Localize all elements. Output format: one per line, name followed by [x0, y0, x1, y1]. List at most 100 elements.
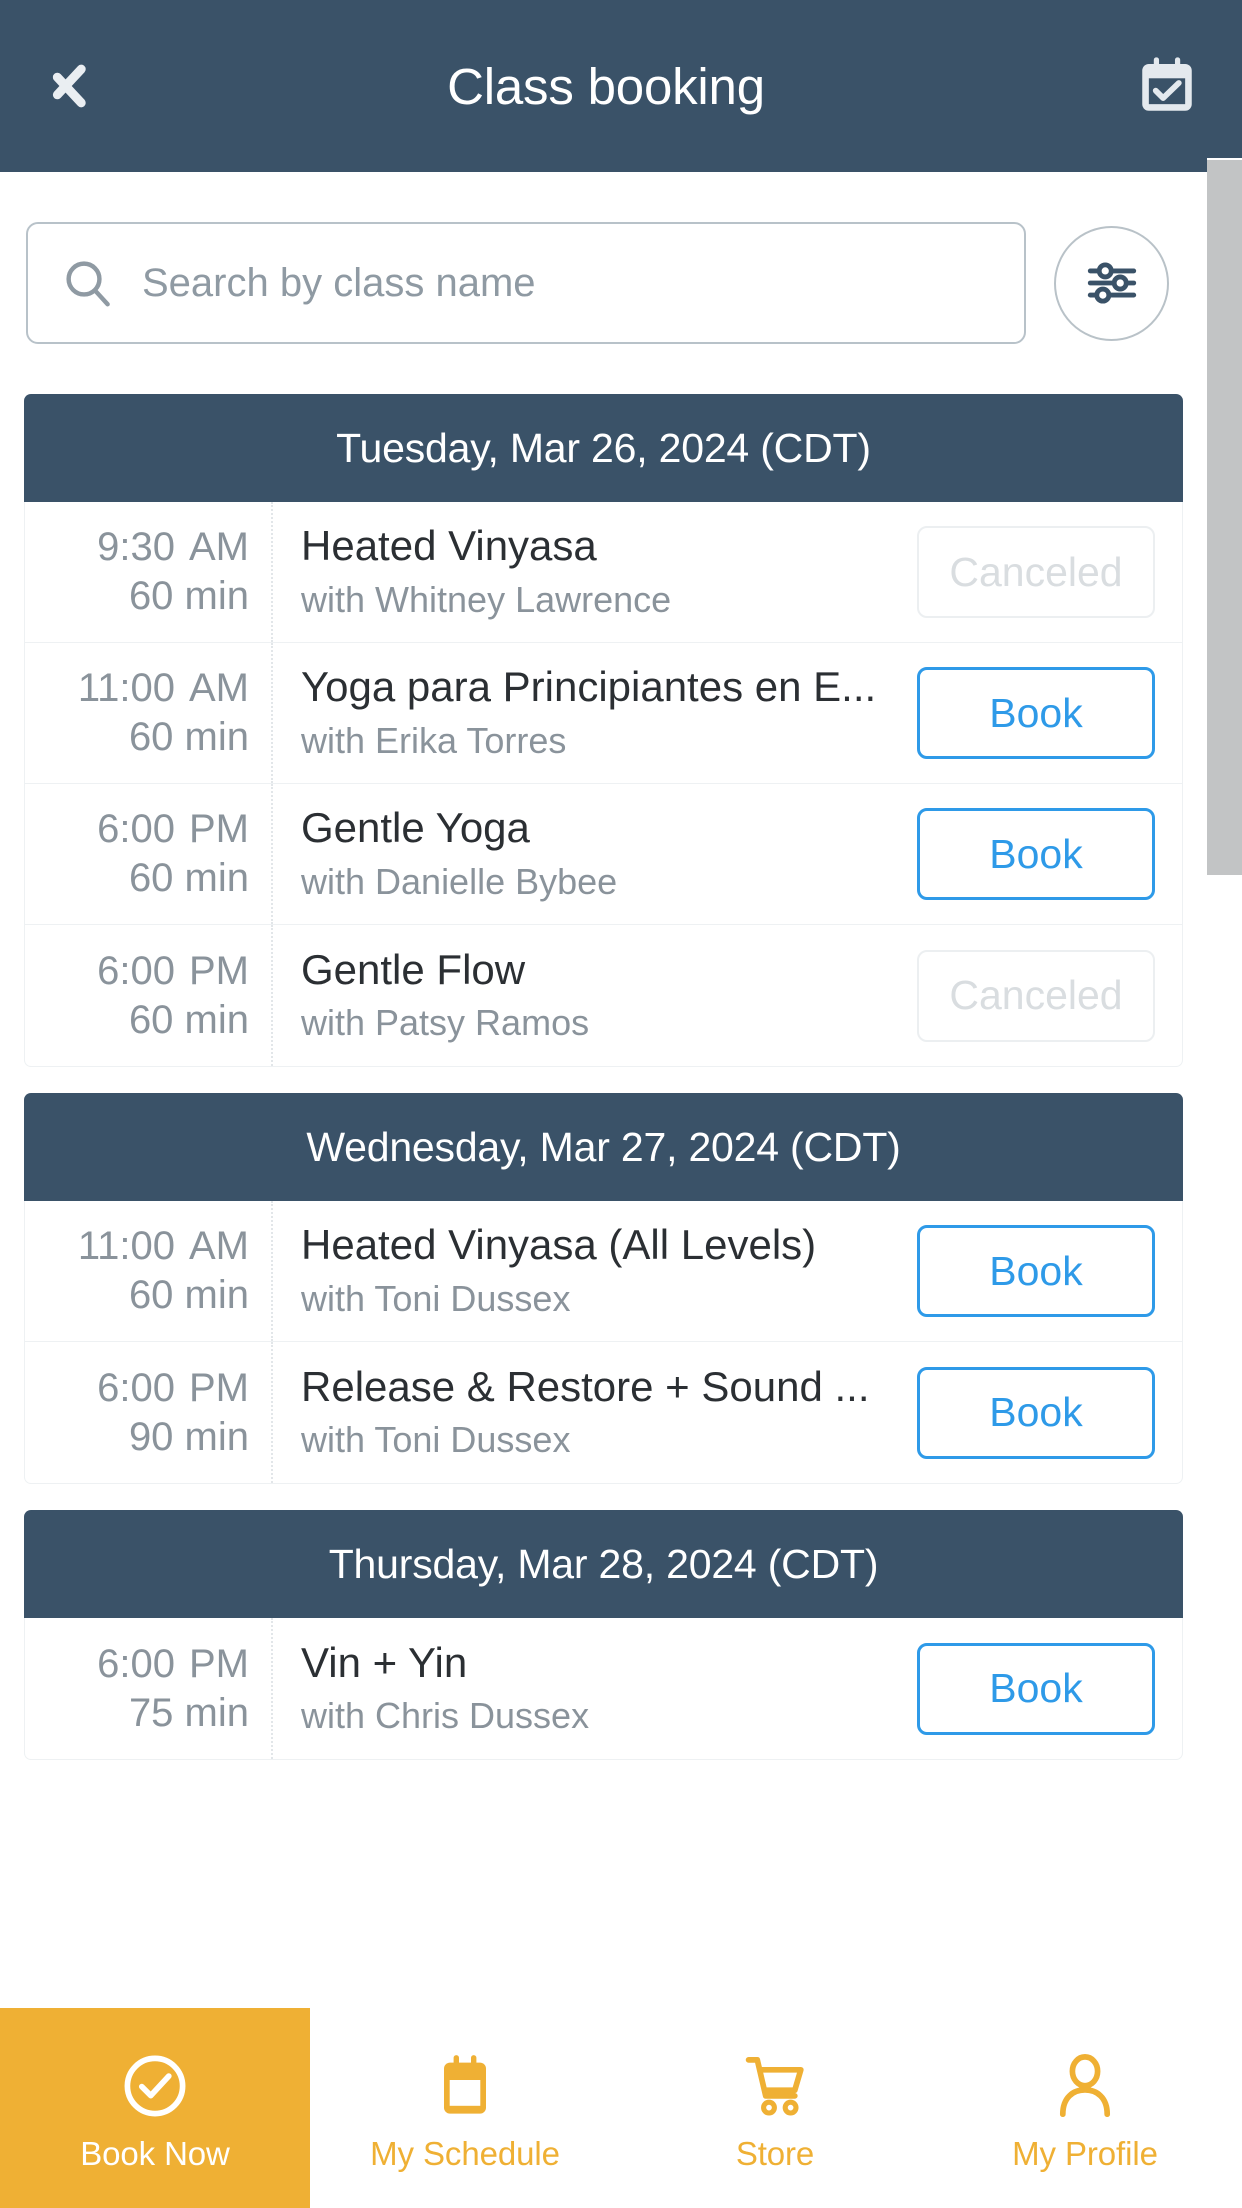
- canceled-badge: Canceled: [917, 526, 1155, 618]
- class-time: 6:00 PM: [97, 1640, 249, 1689]
- class-duration: 60 min: [128, 856, 249, 900]
- filter-button[interactable]: [1054, 225, 1169, 341]
- nav-item-my-schedule[interactable]: My Schedule: [310, 2008, 620, 2208]
- filter-sliders-icon: [1087, 262, 1136, 304]
- class-info-column: Heated Vinyasa with Whitney Lawrence: [273, 502, 912, 642]
- search-icon: [60, 255, 116, 311]
- class-time: 11:00 AM: [78, 1222, 249, 1271]
- class-time-column: 6:00 PM 60 min: [25, 784, 273, 924]
- day-group-spacer: [0, 1484, 1207, 1510]
- nav-item-label: My Schedule: [370, 2135, 560, 2172]
- bottom-navigation: Book Now My Schedule Store My Profile: [0, 2008, 1242, 2208]
- class-row[interactable]: 6:00 PM 75 min Vin + Yin with Chris Dussex Bo…: [25, 1618, 1182, 1759]
- back-button[interactable]: [0, 0, 120, 172]
- class-info-column: Release & Restore + Sound ... with Toni D…: [273, 1342, 912, 1483]
- class-time-value: 6:00: [97, 1365, 175, 1410]
- class-time-value: 11:00: [77, 666, 175, 711]
- class-duration: 60 min: [128, 574, 249, 618]
- book-button[interactable]: Book: [917, 808, 1155, 900]
- class-action-column: Book: [912, 643, 1182, 783]
- class-instructor: with Whitney Lawrence: [301, 578, 672, 620]
- class-duration: 75 min: [128, 1690, 249, 1735]
- class-time-meridiem: PM: [189, 948, 249, 993]
- search-placeholder: Search by class name: [142, 260, 536, 305]
- class-duration: 60 min: [128, 997, 249, 1042]
- class-info-column: Yoga para Principiantes en E... with Erik…: [273, 643, 912, 783]
- nav-item-label: Store: [735, 2135, 815, 2172]
- class-time-value: 9:30: [97, 525, 175, 570]
- class-time-column: 6:00 PM 75 min: [25, 1618, 273, 1759]
- class-time-meridiem: PM: [189, 807, 249, 852]
- class-info-column: Vin + Yin with Chris Dussex: [273, 1618, 912, 1759]
- class-row[interactable]: 6:00 PM 90 min Release & Restore + Sound ..…: [25, 1342, 1182, 1483]
- class-info-column: Gentle Yoga with Danielle Bybee: [273, 784, 912, 924]
- shopping-cart-icon: [739, 2043, 811, 2129]
- class-name: Release & Restore + Sound ...: [301, 1362, 870, 1410]
- class-list[interactable]: Tuesday, Mar 26, 2024 (CDT) 9:30 AM 60 min H…: [0, 394, 1207, 2008]
- book-button[interactable]: Book: [917, 667, 1155, 759]
- class-row[interactable]: 9:30 AM 60 min Heated Vinyasa with Whitney L…: [25, 502, 1182, 643]
- class-action-column: Book: [912, 1342, 1182, 1483]
- calendar-check-icon: [1142, 57, 1192, 111]
- nav-item-label: My Profile: [1012, 2135, 1158, 2172]
- day-class-rows: 6:00 PM 75 min Vin + Yin with Chris Dussex Bo…: [24, 1618, 1183, 1760]
- day-class-rows: 9:30 AM 60 min Heated Vinyasa with Whitney L…: [24, 502, 1183, 1067]
- scrollbar-thumb[interactable]: [1207, 160, 1242, 875]
- class-instructor: with Patsy Ramos: [301, 1002, 590, 1044]
- person-icon: [1049, 2043, 1121, 2129]
- day-class-rows: 11:00 AM 60 min Heated Vinyasa (All Levels)…: [24, 1201, 1183, 1484]
- book-button[interactable]: Book: [917, 1642, 1155, 1735]
- class-row[interactable]: 11:00 AM 60 min Heated Vinyasa (All Levels)…: [25, 1201, 1182, 1342]
- class-action-column: Canceled: [912, 925, 1182, 1066]
- check-circle-icon: [119, 2043, 191, 2129]
- day-header: Tuesday, Mar 26, 2024 (CDT): [24, 394, 1183, 502]
- day-header: Thursday, Mar 28, 2024 (CDT): [24, 1510, 1183, 1618]
- class-duration: 90 min: [128, 1414, 249, 1459]
- class-instructor: with Chris Dussex: [301, 1695, 590, 1737]
- class-time-meridiem: PM: [189, 1365, 249, 1410]
- class-action-column: Book: [912, 1618, 1182, 1759]
- book-button[interactable]: Book: [917, 1225, 1155, 1317]
- class-time-meridiem: PM: [189, 1641, 249, 1686]
- book-button[interactable]: Book: [917, 1366, 1155, 1459]
- class-time: 9:30 AM: [97, 523, 249, 572]
- class-name: Heated Vinyasa (All Levels): [301, 1221, 817, 1269]
- class-info-column: Gentle Flow with Patsy Ramos: [273, 925, 912, 1066]
- class-action-column: Canceled: [912, 502, 1182, 642]
- day-header: Wednesday, Mar 27, 2024 (CDT): [24, 1093, 1183, 1201]
- class-time-column: 11:00 AM 60 min: [25, 1201, 273, 1341]
- class-instructor: with Toni Dussex: [301, 1277, 571, 1319]
- class-row[interactable]: 6:00 PM 60 min Gentle Yoga with Danielle Byb…: [25, 784, 1182, 925]
- app-header: Class booking: [0, 0, 1242, 172]
- class-time: 6:00 PM: [97, 805, 249, 854]
- class-row[interactable]: 11:00 AM 60 min Yoga para Principiantes en …: [25, 643, 1182, 784]
- search-input[interactable]: Search by class name: [26, 222, 1026, 344]
- class-name: Heated Vinyasa: [301, 522, 597, 570]
- chevron-left-icon: [37, 47, 83, 125]
- class-action-column: Book: [912, 1201, 1182, 1341]
- class-info-column: Heated Vinyasa (All Levels) with Toni Dus…: [273, 1201, 912, 1341]
- page-title: Class booking: [447, 57, 765, 115]
- class-time: 11:00 AM: [78, 664, 249, 713]
- canceled-badge: Canceled: [917, 949, 1155, 1042]
- class-instructor: with Danielle Bybee: [301, 860, 618, 902]
- class-time-meridiem: AM: [189, 1224, 249, 1269]
- class-time-column: 9:30 AM 60 min: [25, 502, 273, 642]
- class-action-column: Book: [912, 784, 1182, 924]
- nav-item-my-profile[interactable]: My Profile: [930, 2008, 1240, 2208]
- nav-item-book-now[interactable]: Book Now: [0, 2008, 310, 2208]
- class-name: Gentle Flow: [301, 945, 526, 993]
- class-name: Vin + Yin: [301, 1638, 468, 1686]
- class-time-column: 6:00 PM 60 min: [25, 925, 273, 1066]
- nav-item-label: Book Now: [80, 2135, 230, 2172]
- class-time-column: 11:00 AM 60 min: [25, 643, 273, 783]
- calendar-check-button[interactable]: [1092, 0, 1242, 172]
- calendar-icon: [429, 2043, 501, 2129]
- nav-item-store[interactable]: Store: [620, 2008, 930, 2208]
- class-duration: 60 min: [128, 1273, 249, 1317]
- class-duration: 60 min: [128, 715, 249, 759]
- class-row[interactable]: 6:00 PM 60 min Gentle Flow with Patsy Ramos C…: [25, 925, 1182, 1066]
- day-group-spacer: [0, 1067, 1207, 1093]
- class-time-value: 11:00: [77, 1224, 175, 1269]
- class-name: Yoga para Principiantes en E...: [301, 663, 877, 711]
